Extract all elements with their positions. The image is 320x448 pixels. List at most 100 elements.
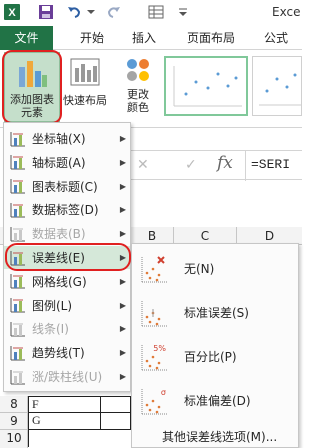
cancel-icon[interactable]: ✕	[137, 157, 149, 173]
window-title: Exce	[272, 5, 301, 19]
standard-deviation-icon: σ	[132, 378, 176, 422]
menu-item-chart-title[interactable]: 图表标题(C) ▶	[4, 175, 130, 198]
menu-item-label: 坐标轴(X)	[32, 132, 86, 146]
change-colors-button[interactable]: 更改 颜色	[114, 52, 162, 122]
data-table-icon	[4, 222, 32, 245]
annotation-outline	[2, 50, 62, 124]
submenu-item-label: 无(N)	[184, 261, 215, 276]
error-bars-submenu: 无(N) 标准误差(S) 5% 百分比(P) σ 标准偏差(D) 其他误差线选项(M)...	[131, 243, 299, 448]
none-error-icon	[132, 246, 176, 290]
submenu-arrow-icon: ▶	[119, 205, 127, 215]
menu-item-axes[interactable]: 坐标轴(X) ▶	[4, 127, 130, 150]
submenu-arrow-icon: ▶	[119, 229, 127, 239]
submenu-arrow-icon: ▶	[119, 348, 127, 358]
row-header-9[interactable]: 9	[0, 413, 28, 430]
title-bar: X Exce	[0, 0, 302, 26]
row-header-8[interactable]: 8	[0, 396, 28, 413]
quick-layout-button[interactable]: 快速布局	[62, 52, 108, 122]
chart-style-2[interactable]	[252, 56, 302, 116]
trendline-icon	[4, 341, 32, 364]
submenu-arrow-icon: ▶	[119, 157, 127, 167]
menu-item-label: 图表标题(C)	[32, 179, 98, 194]
cell-a10[interactable]	[28, 430, 101, 447]
submenu-arrow-icon: ▶	[119, 372, 127, 381]
customize-toolbar-icon[interactable]	[176, 3, 190, 21]
percentage-icon: 5%	[132, 334, 176, 378]
tab-home[interactable]: 开始	[72, 26, 112, 50]
menu-item-up-down-bars: 涨/跌柱线(U) ▶	[4, 365, 130, 388]
submenu-item-none-error[interactable]: 无(N)	[132, 246, 298, 290]
undo-dropdown-icon[interactable]	[86, 3, 96, 21]
chart-title-icon	[4, 175, 32, 198]
submenu-item-standard-deviation[interactable]: σ 标准偏差(D)	[132, 378, 298, 422]
quick-layout-icon	[70, 58, 100, 89]
annotation-outline	[5, 243, 131, 271]
menu-item-label: 数据标签(D)	[32, 203, 99, 218]
more-error-bar-options[interactable]: 其他误差线选项(M)...	[162, 428, 277, 445]
menu-item-gridlines[interactable]: 网格线(G) ▶	[4, 270, 130, 293]
enter-icon[interactable]: ✓	[185, 157, 199, 173]
submenu-arrow-icon: ▶	[119, 276, 127, 286]
change-colors-icon	[124, 56, 152, 87]
row-header-10[interactable]: 10	[0, 430, 28, 447]
data-labels-icon	[4, 198, 32, 221]
submenu-arrow-icon: ▶	[119, 300, 127, 310]
spreadsheet-icon[interactable]	[146, 3, 166, 21]
formula-bar: ✕ ✓ fx =SERI	[131, 150, 302, 181]
save-icon[interactable]	[36, 3, 56, 21]
gridlines-icon	[4, 270, 32, 293]
submenu-arrow-icon: ▶	[119, 181, 127, 191]
submenu-item-label: 百分比(P)	[184, 349, 237, 364]
svg-text:σ: σ	[161, 388, 166, 397]
menu-item-label: 数据表(B)	[32, 227, 86, 242]
axis-title-icon	[4, 151, 32, 174]
menu-item-label: 趋势线(T)	[32, 346, 85, 361]
tab-insert[interactable]: 插入	[124, 26, 164, 50]
redo-icon[interactable]	[104, 3, 124, 21]
submenu-arrow-icon: ▶	[119, 324, 127, 334]
menu-item-label: 轴标题(A)	[32, 155, 86, 170]
legend-icon	[4, 294, 32, 317]
grid-rows: 8 9 10 F G	[0, 396, 131, 448]
svg-text:5%: 5%	[153, 344, 166, 353]
menu-item-label: 图例(L)	[32, 298, 73, 313]
insert-function-icon[interactable]: fx	[217, 153, 233, 173]
submenu-item-percentage[interactable]: 5% 百分比(P)	[132, 334, 298, 378]
menu-item-lines: 线条(I) ▶	[4, 317, 130, 340]
standard-error-icon	[132, 290, 176, 334]
change-colors-label: 更改	[127, 88, 149, 101]
add-chart-element-menu: 坐标轴(X) ▶ 轴标题(A) ▶ 图表标题(C) ▶ 数据标签(D) ▶ 数据表(B)…	[3, 122, 131, 392]
chart-design-ribbon: 添加图表 元素 快速布局 更改 颜色	[0, 50, 302, 128]
submenu-arrow-icon: ▶	[119, 134, 127, 143]
tab-page-layout[interactable]: 页面布局	[176, 26, 246, 50]
submenu-item-standard-error[interactable]: 标准误差(S)	[132, 290, 298, 334]
menu-item-axis-title[interactable]: 轴标题(A) ▶	[4, 151, 130, 174]
menu-item-label: 网格线(G)	[32, 274, 87, 289]
formula-input[interactable]: =SERI	[251, 157, 290, 172]
menu-item-data-table: 数据表(B) ▶	[4, 222, 130, 245]
formula-divider	[245, 151, 246, 181]
menu-item-trendline[interactable]: 趋势线(T) ▶	[4, 341, 130, 364]
submenu-item-label: 标准误差(S)	[184, 305, 249, 320]
svg-text:X: X	[8, 7, 16, 19]
cell-a9[interactable]: G	[28, 413, 101, 430]
excel-logo-icon: X	[2, 3, 22, 21]
lines-icon	[4, 317, 32, 340]
submenu-item-label: 标准偏差(D)	[184, 393, 251, 408]
quick-layout-label: 快速布局	[63, 94, 107, 107]
cell-b8[interactable]	[101, 396, 131, 413]
change-colors-label-2: 颜色	[127, 101, 149, 114]
tab-formulas[interactable]: 公式	[256, 26, 296, 50]
axes-icon	[4, 127, 32, 150]
cell-a8[interactable]: F	[28, 396, 101, 413]
cell-b9[interactable]	[101, 413, 131, 430]
ribbon-tabs: 文件 开始 插入 页面布局 公式	[0, 26, 302, 50]
undo-icon[interactable]	[64, 3, 84, 21]
chart-style-1[interactable]	[164, 56, 248, 116]
tab-file[interactable]: 文件	[0, 26, 53, 50]
up-down-bars-icon	[4, 365, 32, 388]
menu-item-label: 涨/跌柱线(U)	[32, 370, 103, 384]
menu-item-data-labels[interactable]: 数据标签(D) ▶	[4, 198, 130, 221]
menu-item-legend[interactable]: 图例(L) ▶	[4, 294, 130, 317]
menu-item-label: 线条(I)	[32, 322, 69, 337]
